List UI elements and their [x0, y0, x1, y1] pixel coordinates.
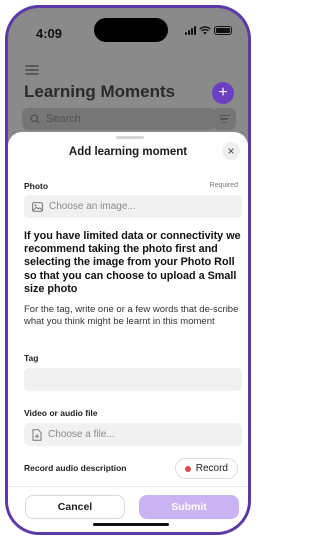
footer-divider	[8, 486, 248, 487]
sheet-title: Add learning moment	[68, 146, 188, 158]
file-picker[interactable]: Choose a file...	[24, 423, 242, 446]
submit-button[interactable]: Submit	[139, 495, 239, 519]
required-label: Required	[209, 182, 238, 189]
cancel-button[interactable]: Cancel	[25, 495, 125, 519]
tag-label: Tag	[24, 353, 39, 363]
search-input[interactable]: Search	[22, 108, 215, 130]
search-icon	[30, 114, 40, 124]
wifi-icon	[199, 26, 211, 35]
status-time: 4:09	[36, 26, 63, 41]
file-label: Video or audio file	[24, 408, 98, 418]
connectivity-notice: If you have limited data or connectivity…	[24, 230, 241, 295]
record-dot-icon	[184, 465, 191, 472]
sheet-grabber[interactable]	[116, 136, 144, 139]
page-title: Learning Moments	[24, 82, 176, 101]
file-add-icon	[32, 428, 42, 441]
record-button[interactable]: Record	[174, 458, 238, 479]
record-button-label: Record	[195, 463, 228, 474]
signal-icon	[185, 26, 196, 35]
audio-label: Record audio description	[24, 463, 127, 473]
system-icons	[185, 26, 232, 35]
photo-label: Photo	[24, 181, 49, 191]
tag-hint: For the tag, write one or a few words th…	[24, 304, 239, 327]
menu-icon[interactable]	[25, 63, 39, 77]
phone-screen: 4:09 Learning Moments + Search Add learn…	[8, 8, 248, 532]
add-moment-sheet: Add learning moment × Photo Required Cho…	[8, 132, 248, 532]
filter-button[interactable]	[212, 108, 236, 130]
photo-picker[interactable]: Choose an image...	[24, 195, 242, 218]
image-icon	[32, 201, 43, 212]
photo-placeholder: Choose an image...	[49, 201, 136, 212]
dynamic-island	[94, 18, 168, 42]
battery-icon	[214, 26, 232, 35]
tag-input[interactable]	[24, 368, 242, 391]
add-moment-button[interactable]: +	[212, 82, 234, 104]
file-placeholder: Choose a file...	[48, 429, 115, 440]
phone-frame: 4:09 Learning Moments + Search Add learn…	[5, 5, 251, 535]
search-placeholder: Search	[46, 113, 81, 125]
status-bar: 4:09	[8, 8, 248, 54]
home-indicator	[93, 523, 169, 526]
close-button[interactable]: ×	[222, 142, 240, 160]
